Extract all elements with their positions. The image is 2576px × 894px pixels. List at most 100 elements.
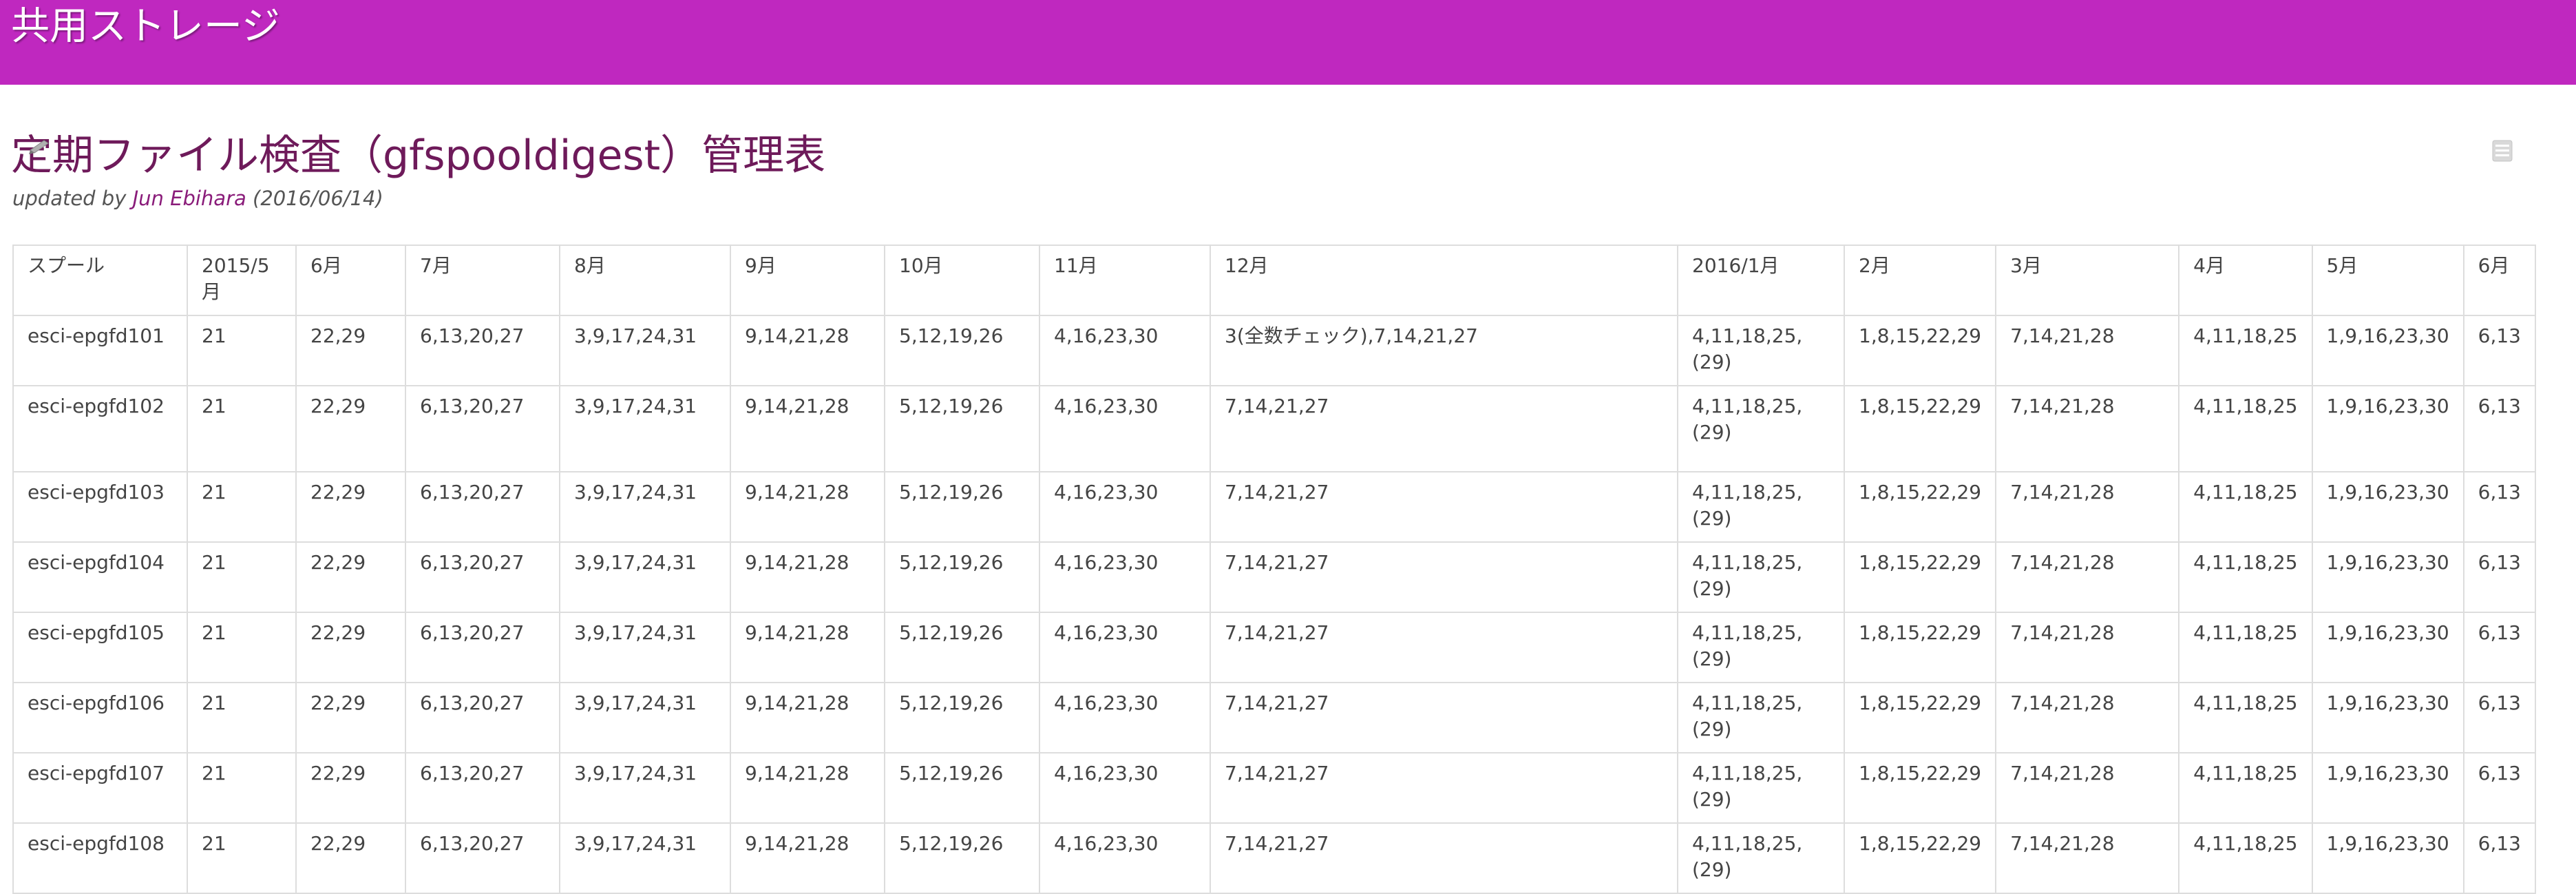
table-cell: 3,9,17,24,31 xyxy=(559,822,731,894)
table-cell: 7,14,21,28 xyxy=(1995,541,2180,613)
column-header: 2015/5月 xyxy=(187,245,297,316)
table-cell: 7,14,21,27 xyxy=(1210,682,1678,753)
table-row: esci-epgfd106 21 22,29 6,13,20,27 3,9,17,24,… xyxy=(12,682,2537,753)
table-cell: 1,8,15,22,29 xyxy=(1843,315,1997,386)
table-cell: 7,14,21,27 xyxy=(1210,541,1678,613)
table-cell: 1,9,16,23,30 xyxy=(2311,752,2464,824)
table-cell: 6,13,20,27 xyxy=(405,541,560,613)
table-cell: 6,13,20,27 xyxy=(405,682,560,753)
table-cell: 4,11,18,25 xyxy=(2178,315,2313,386)
table-cell: 22,29 xyxy=(295,612,406,683)
updated-date: (2016/06/14) xyxy=(253,187,383,210)
column-header: 6月 xyxy=(295,245,406,316)
table-cell: 7,14,21,28 xyxy=(1995,822,2180,894)
table-cell: 7,14,21,27 xyxy=(1210,822,1678,894)
table-cell: 9,14,21,28 xyxy=(730,682,885,753)
table-cell: 6,13 xyxy=(2462,471,2537,543)
table-row: esci-epgfd105 21 22,29 6,13,20,27 3,9,17,24,… xyxy=(12,612,2537,683)
table-cell: 7,14,21,27 xyxy=(1210,752,1678,824)
table-cell: 9,14,21,28 xyxy=(730,541,885,613)
table-cell: 1,9,16,23,30 xyxy=(2311,822,2464,894)
column-header: 2月 xyxy=(1843,245,1997,316)
updated-prefix: updated by xyxy=(12,187,127,210)
table-cell: 5,12,19,26 xyxy=(884,471,1040,543)
table-cell: 5,12,19,26 xyxy=(884,385,1040,472)
table-cell: 5,12,19,26 xyxy=(884,612,1040,683)
table-cell: 21 xyxy=(187,612,297,683)
pencil-icon[interactable] xyxy=(26,138,54,154)
table-cell: 9,14,21,28 xyxy=(730,315,885,386)
author-link[interactable]: Jun Ebihara xyxy=(133,187,246,210)
table-cell: 21 xyxy=(187,682,297,753)
column-header: 9月 xyxy=(730,245,885,316)
table-cell: 4,11,18,25 xyxy=(2178,822,2313,894)
table-cell: 21 xyxy=(187,385,297,472)
column-header: 12月 xyxy=(1210,245,1678,316)
table-cell: 1,8,15,22,29 xyxy=(1843,752,1997,824)
table-cell: 6,13,20,27 xyxy=(405,471,560,543)
table-cell: 5,12,19,26 xyxy=(884,822,1040,894)
table-cell: 4,16,23,30 xyxy=(1039,822,1211,894)
column-header: 4月 xyxy=(2178,245,2313,316)
column-header: 6月 xyxy=(2462,245,2537,316)
table-cell: 4,11,18,25,(29) xyxy=(1677,612,1845,683)
table-cell: 1,8,15,22,29 xyxy=(1843,682,1997,753)
table-cell: 22,29 xyxy=(295,541,406,613)
table-cell: 1,9,16,23,30 xyxy=(2311,471,2464,543)
table-cell: 6,13,20,27 xyxy=(405,752,560,824)
table-cell: 22,29 xyxy=(295,752,406,824)
table-cell: 9,14,21,28 xyxy=(730,822,885,894)
table-cell: 6,13 xyxy=(2462,612,2537,683)
table-cell: 6,13 xyxy=(2462,541,2537,613)
spool-name-cell: esci-epgfd106 xyxy=(12,682,188,753)
table-cell: 4,16,23,30 xyxy=(1039,385,1211,472)
table-cell: 9,14,21,28 xyxy=(730,471,885,543)
table-cell: 4,11,18,25 xyxy=(2178,612,2313,683)
page-title: 定期ファイル検査（gfspooldigest）管理表 xyxy=(11,132,826,180)
table-cell: 4,11,18,25,(29) xyxy=(1677,385,1845,472)
table-cell: 6,13,20,27 xyxy=(405,315,560,386)
table-cell: 7,14,21,28 xyxy=(1995,682,2180,753)
table-cell: 22,29 xyxy=(295,315,406,386)
spool-name-cell: esci-epgfd102 xyxy=(12,385,188,472)
table-cell: 4,11,18,25 xyxy=(2178,682,2313,753)
table-cell: 21 xyxy=(187,541,297,613)
table-cell: 1,9,16,23,30 xyxy=(2311,612,2464,683)
table-row: esci-epgfd107 21 22,29 6,13,20,27 3,9,17,24,… xyxy=(12,752,2537,824)
table-cell: 7,14,21,28 xyxy=(1995,315,2180,386)
table-cell: 7,14,21,28 xyxy=(1995,752,2180,824)
table-cell: 6,13,20,27 xyxy=(405,385,560,472)
table-cell: 22,29 xyxy=(295,682,406,753)
table-cell: 4,16,23,30 xyxy=(1039,541,1211,613)
table-cell: 4,16,23,30 xyxy=(1039,471,1211,543)
table-cell: 7,14,21,28 xyxy=(1995,471,2180,543)
table-cell: 5,12,19,26 xyxy=(884,315,1040,386)
spool-name-cell: esci-epgfd108 xyxy=(12,822,188,894)
table-cell: 3,9,17,24,31 xyxy=(559,682,731,753)
table-cell: 1,8,15,22,29 xyxy=(1843,471,1997,543)
table-cell: 7,14,21,27 xyxy=(1210,385,1678,472)
table-cell: 5,12,19,26 xyxy=(884,541,1040,613)
column-header: 3月 xyxy=(1995,245,2180,316)
spool-name-cell: esci-epgfd104 xyxy=(12,541,188,613)
site-title[interactable]: 共用ストレージ xyxy=(11,3,280,51)
table-header-row: スプール 2015/5月 6月 7月 8月 9月 10月 11月 12月 2016/1月 2月 3月 4… xyxy=(12,245,2537,316)
table-row: esci-epgfd102 21 22,29 6,13,20,27 3,9,17,24,… xyxy=(12,385,2537,472)
column-header: 7月 xyxy=(405,245,560,316)
column-header: スプール xyxy=(12,245,188,316)
spool-name-cell: esci-epgfd107 xyxy=(12,752,188,824)
table-cell: 3,9,17,24,31 xyxy=(559,612,731,683)
table-cell: 4,11,18,25,(29) xyxy=(1677,752,1845,824)
table-cell: 4,11,18,25 xyxy=(2178,541,2313,613)
table-cell: 1,9,16,23,30 xyxy=(2311,682,2464,753)
table-cell: 3(全数チェック),7,14,21,27 xyxy=(1210,315,1678,386)
table-cell: 9,14,21,28 xyxy=(730,752,885,824)
table-cell: 7,14,21,28 xyxy=(1995,385,2180,472)
list-menu-icon[interactable] xyxy=(2492,139,2513,163)
table-cell: 1,8,15,22,29 xyxy=(1843,822,1997,894)
spool-check-table: スプール 2015/5月 6月 7月 8月 9月 10月 11月 12月 2016/1月 2月 3月 4… xyxy=(12,245,2537,894)
table-cell: 5,12,19,26 xyxy=(884,682,1040,753)
table-cell: 4,11,18,25 xyxy=(2178,752,2313,824)
column-header: 10月 xyxy=(884,245,1040,316)
table-cell: 1,8,15,22,29 xyxy=(1843,385,1997,472)
